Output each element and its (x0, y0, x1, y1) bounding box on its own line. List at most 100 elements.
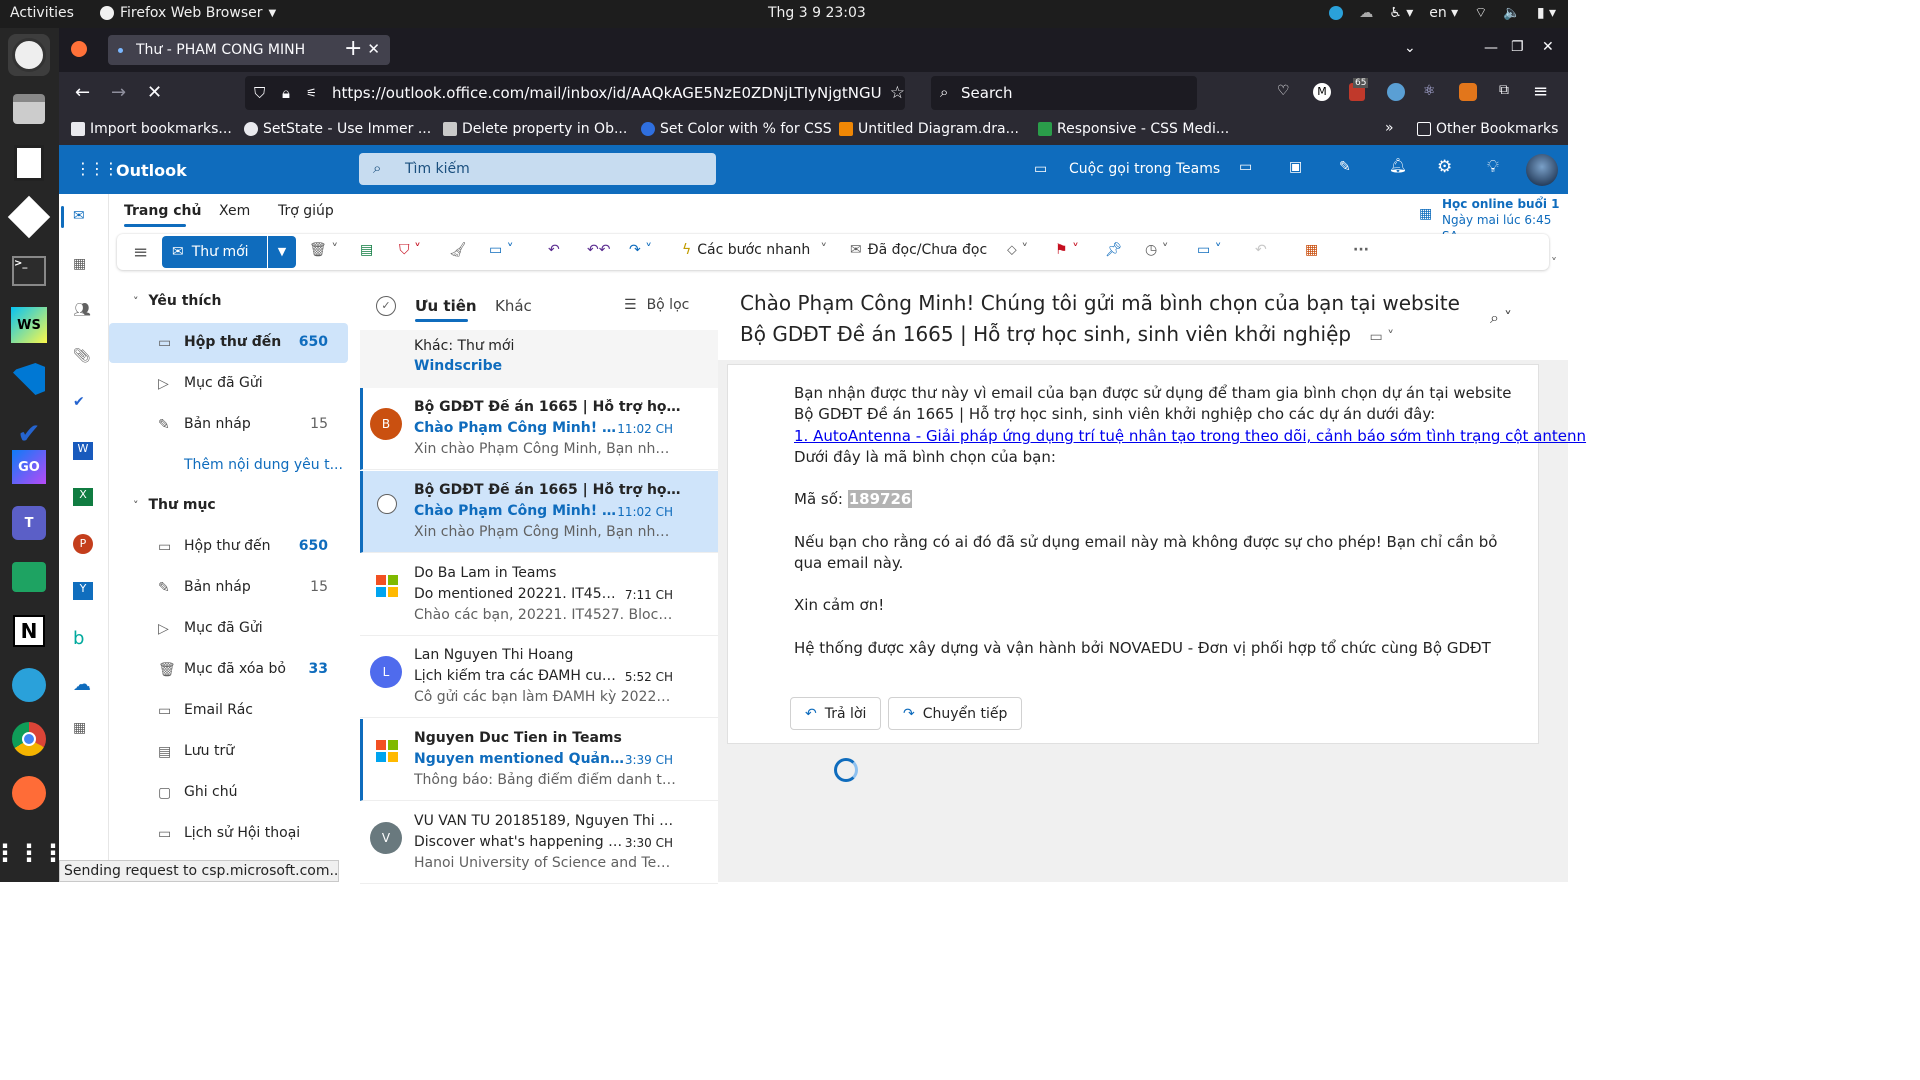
people-icon[interactable]: 👥︎ (73, 302, 95, 324)
bookmark-item[interactable]: Untitled Diagram.dra... (839, 121, 1019, 137)
attachment-icon[interactable]: 📎︎ (73, 348, 95, 370)
folder-junk[interactable]: ▭ Email Rác (109, 691, 348, 731)
list-item[interactable]: V VU VAN TU 20185189, Nguyen Thi Min... … (360, 802, 718, 884)
more-bookmarks-icon[interactable]: » (1385, 120, 1394, 136)
favorites-header[interactable]: ˅ Yêu thích (133, 293, 221, 309)
close-window-icon[interactable]: ✕ (1542, 39, 1554, 55)
dock-chrome-icon[interactable] (8, 718, 50, 760)
folder-archive[interactable]: ▤ Lưu trữ (109, 732, 348, 772)
dock-files-icon[interactable] (8, 88, 50, 130)
battery-icon[interactable]: ▮ ▾ (1537, 5, 1556, 21)
list-item-selected[interactable]: Bộ GDĐT Đề án 1665 | Hỗ trợ học sinh... … (360, 471, 718, 553)
dock-goland-icon[interactable]: GO (8, 446, 50, 488)
notes-icon[interactable]: ✎ (1339, 159, 1351, 175)
pocket-icon[interactable]: ♡ (1277, 83, 1290, 99)
dock-vscode-icon[interactable] (8, 358, 50, 400)
summary-icon[interactable]: ▭ ˅ (1369, 329, 1394, 345)
dock-firefox-icon[interactable] (8, 34, 50, 76)
extension-m-icon[interactable]: M (1313, 83, 1331, 101)
more-options-icon[interactable]: ··· (1353, 242, 1369, 258)
tab-other[interactable]: Khác (495, 297, 532, 315)
firefox-search-box[interactable]: ⌕ Search (931, 76, 1197, 110)
lightbulb-icon[interactable]: 💡︎ (1487, 157, 1499, 177)
other-bookmarks[interactable]: Other Bookmarks (1417, 121, 1558, 137)
clock[interactable]: Thg 3 9 23:03 (768, 5, 866, 21)
new-mail-button[interactable]: ✉ Thư mới (162, 236, 267, 268)
list-item[interactable]: Nguyen Duc Tien in Teams Nguyen mentione… (360, 719, 718, 801)
dock-webstorm-icon[interactable]: WS (8, 304, 50, 346)
avatar[interactable] (1526, 154, 1558, 186)
tab-home[interactable]: Trang chủ (124, 203, 201, 219)
dock-chat-icon[interactable] (8, 556, 50, 598)
other-inbox-banner[interactable]: Khác: Thư mới Windscribe (360, 330, 718, 388)
ribbon-expand-icon[interactable]: ˅ (1551, 256, 1557, 270)
telegram-tray-icon[interactable] (1329, 6, 1344, 20)
tab-close-icon[interactable]: ✕ (367, 40, 380, 58)
metamask-icon[interactable] (1459, 83, 1477, 101)
favorite-drafts[interactable]: ✎ Bản nháp 15 (109, 405, 348, 445)
permissions-icon[interactable]: ⚟ (306, 86, 322, 100)
maximize-icon[interactable]: ❐ (1511, 39, 1524, 55)
bookmark-item[interactable]: Set Color with % for CSS (641, 121, 832, 137)
system-tray[interactable]: ☁ ♿ ▾ en ▾ ⌔ 🔈 ▮ ▾ (1329, 4, 1556, 22)
folder-deleted[interactable]: 🗑︎ Mục đã xóa bỏ 33 (109, 650, 348, 690)
activities-button[interactable]: Activities (10, 5, 74, 21)
read-unread-button[interactable]: ✉ Đã đọc/Chưa đọc (850, 242, 987, 258)
reply-icon[interactable]: ↶ (548, 242, 560, 258)
calendar-icon[interactable]: ▦ (73, 256, 95, 278)
app-launcher-icon[interactable]: ⋮⋮⋮ (75, 159, 119, 178)
dock-teams-icon[interactable]: T (8, 502, 50, 544)
reply-button[interactable]: ↶ Trả lời (790, 697, 882, 730)
rules-icon[interactable]: ▭ ˅ (1197, 242, 1222, 258)
folder-conversation-history[interactable]: ▭ Lịch sử Hội thoại (109, 814, 348, 854)
project-link[interactable]: 1. AutoAntenna - Giải pháp ứng dụng trí … (794, 426, 1586, 447)
favorite-inbox[interactable]: ▭ Hộp thư đến 650 (109, 323, 348, 363)
select-checkbox[interactable] (377, 494, 397, 514)
chevron-down-icon[interactable]: ˅ (820, 242, 827, 258)
report-icon[interactable]: ⛉ ˅ (399, 242, 421, 258)
bookings-app-icon[interactable]: b (73, 628, 95, 650)
bookmark-item[interactable]: SetState - Use Immer ... (244, 121, 431, 137)
bookmark-item[interactable]: Responsive - CSS Medi... (1038, 121, 1229, 137)
outlook-title[interactable]: Outlook (116, 161, 187, 180)
add-favorite-link[interactable]: Thêm nội dung yêu t... (109, 446, 348, 486)
language-indicator[interactable]: en ▾ (1429, 5, 1458, 21)
app-menu[interactable]: Firefox Web Browser ▼ (100, 5, 276, 21)
bookmark-item[interactable]: Import bookmarks... (71, 121, 232, 137)
forward-mail-icon[interactable]: ↷ ˅ (629, 242, 652, 258)
filter-button[interactable]: ☰ Bộ lọc (624, 297, 689, 313)
folder-inbox[interactable]: ▭ Hộp thư đến 650 (109, 527, 348, 567)
word-app-icon[interactable]: W (73, 442, 95, 464)
forward-button[interactable]: ↷ Chuyển tiếp (888, 697, 1023, 730)
list-item[interactable]: B Bộ GDĐT Đề án 1665 | Hỗ trợ học sinh..… (360, 388, 718, 470)
bell-icon[interactable]: 🔔︎ (1389, 158, 1407, 174)
new-mail-dropdown[interactable]: ▼ (268, 236, 296, 268)
bookmark-star-icon[interactable]: ☆ (890, 83, 905, 103)
folder-drafts[interactable]: ✎ Bản nháp 15 (109, 568, 348, 608)
forward-icon[interactable]: → (111, 82, 126, 103)
volume-icon[interactable]: 🔈 (1503, 5, 1520, 21)
dock-terminal-icon[interactable]: >_ (8, 250, 50, 292)
apps-icon[interactable]: ▦ (1305, 242, 1318, 258)
url-text[interactable]: https://outlook.office.com/mail/inbox/id… (332, 84, 882, 102)
wifi-icon[interactable]: ⌔ (1474, 4, 1487, 22)
outlook-search-input[interactable]: ⌕ Tìm kiếm (359, 153, 716, 185)
dock-notion-icon[interactable]: N (8, 610, 50, 652)
list-tabs-icon[interactable]: ⌄ (1404, 40, 1416, 56)
new-tab-icon[interactable]: + (344, 36, 362, 61)
todo-icon[interactable]: ✔ (73, 394, 95, 416)
excel-app-icon[interactable]: X (73, 488, 95, 510)
tab-focused[interactable]: Ưu tiên (415, 297, 477, 315)
extension-circle-icon[interactable] (1387, 83, 1405, 101)
url-bar[interactable]: ⛉ 🔒︎ ⚟ https://outlook.office.com/mail/i… (245, 76, 905, 110)
select-all-checkbox[interactable]: ✓ (376, 296, 396, 316)
mail-icon[interactable]: ✉ (73, 208, 95, 230)
archive-icon[interactable]: ▤ (360, 242, 373, 258)
stop-loading-icon[interactable]: ✕ (147, 82, 162, 103)
bookmark-item[interactable]: Delete property in Ob... (443, 121, 627, 137)
powerpoint-app-icon[interactable]: P (73, 534, 95, 556)
folders-header[interactable]: ˅ Thư mục (133, 497, 216, 513)
undo-icon[interactable]: ↶ (1255, 242, 1267, 258)
dock-text-editor-icon[interactable] (8, 142, 50, 184)
quick-steps-button[interactable]: ϟ Các bước nhanh ˅ (682, 242, 827, 258)
